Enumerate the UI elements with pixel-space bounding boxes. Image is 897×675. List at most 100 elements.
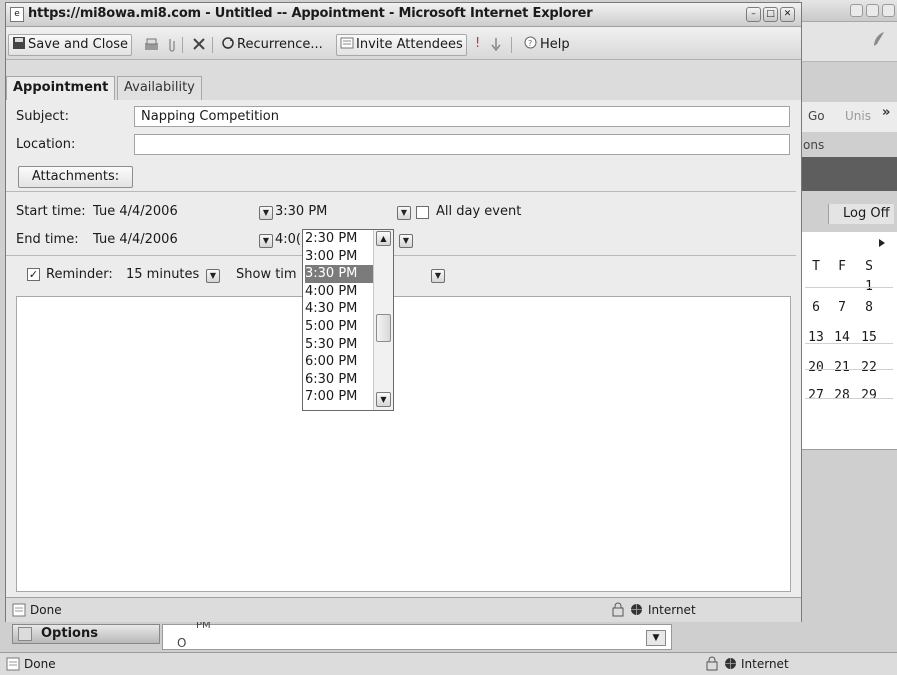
reminder-dropdown-icon[interactable]: ▼ [206, 269, 220, 283]
subject-label: Subject: [16, 109, 69, 124]
paperclip-icon[interactable] [167, 37, 175, 53]
time-option-selected[interactable]: 3:30 PM [305, 265, 373, 283]
scroll-down-icon[interactable]: ▼ [376, 392, 391, 407]
end-date-value[interactable]: Tue 4/4/2006 [93, 232, 178, 247]
reminder-value[interactable]: 15 minutes [126, 267, 199, 282]
help-button[interactable]: ? Help [520, 34, 574, 56]
end-time-dropdown-list[interactable]: 2:30 PM 3:00 PM 3:30 PM 4:00 PM 4:30 PM … [302, 229, 394, 411]
start-time-label: Start time: [16, 204, 86, 219]
start-date-value[interactable]: Tue 4/4/2006 [93, 204, 178, 219]
calendar-day[interactable]: 21 [830, 357, 854, 379]
maximize-icon[interactable] [866, 4, 879, 17]
nav-go-link[interactable]: Go [808, 109, 825, 123]
minimize-icon[interactable] [850, 4, 863, 17]
time-option[interactable]: 5:00 PM [305, 318, 373, 336]
lock-icon [706, 656, 718, 671]
calendar-day[interactable]: 14 [830, 327, 854, 349]
time-option[interactable]: 5:30 PM [305, 336, 373, 354]
minimize-icon[interactable]: – [746, 7, 761, 22]
calendar-day[interactable]: 27 [804, 385, 828, 407]
section-divider [6, 255, 796, 256]
next-month-icon[interactable] [877, 238, 887, 248]
end-date-picker-icon[interactable]: ▼ [259, 234, 273, 248]
calendar-day[interactable]: 13 [804, 327, 828, 349]
chevron-down-icon[interactable]: ▼ [646, 630, 666, 646]
time-option[interactable]: 4:00 PM [305, 283, 373, 301]
calendar-divider [805, 369, 893, 370]
lock-icon [612, 602, 624, 617]
toolbar: Save and Close Recurrence... Invite Atte… [6, 28, 801, 60]
end-time-label: End time: [16, 232, 79, 247]
window-title: https://mi8owa.mi8.com - Untitled -- App… [28, 6, 593, 21]
time-option[interactable]: 6:30 PM [305, 371, 373, 389]
high-importance-icon[interactable]: ! [475, 36, 480, 51]
time-option[interactable]: 7:00 PM [305, 388, 373, 406]
floppy-disk-icon [13, 37, 25, 49]
mini-calendar: T F S 1 6 7 8 13 14 15 20 21 22 27 28 29 [800, 232, 897, 450]
status-text: Done [30, 603, 62, 617]
dropdown-scrollbar[interactable]: ▲ ▼ [373, 230, 393, 410]
start-date-picker-icon[interactable]: ▼ [259, 206, 273, 220]
close-icon[interactable]: ✕ [780, 7, 795, 22]
page-icon [12, 603, 26, 617]
all-day-checkbox[interactable] [416, 206, 429, 219]
subject-input[interactable]: Napping Competition [134, 106, 790, 127]
calendar-day[interactable]: 20 [804, 357, 828, 379]
close-icon[interactable] [882, 4, 895, 17]
calendar-divider [805, 343, 893, 344]
location-input[interactable] [134, 134, 790, 155]
nav-more-icon[interactable]: » [882, 105, 890, 120]
options-icon [18, 627, 32, 641]
calendar-day[interactable]: 7 [830, 297, 854, 319]
tab-appointment[interactable]: Appointment [6, 76, 116, 100]
save-and-close-button[interactable]: Save and Close [8, 34, 133, 56]
time-option[interactable]: 2:30 PM [305, 230, 373, 248]
low-importance-icon[interactable] [491, 37, 501, 52]
status-bar: Done Internet [6, 597, 801, 622]
toolbar-separator [466, 37, 467, 53]
toolbar-separator [511, 37, 512, 53]
end-time-dropdown-icon[interactable]: ▼ [399, 234, 413, 248]
attachments-button[interactable]: Attachments: [18, 166, 133, 188]
calendar-day[interactable]: 8 [857, 297, 881, 319]
end-time-value[interactable]: 4:0( [275, 232, 301, 247]
tab-availability[interactable]: Availability [117, 76, 202, 100]
calendar-header: F [838, 259, 846, 274]
title-bar[interactable]: e https://mi8owa.mi8.com - Untitled -- A… [6, 3, 801, 27]
show-time-as-dropdown-icon[interactable]: ▼ [431, 269, 445, 283]
calendar-day[interactable]: 6 [804, 297, 828, 319]
nav-units-link[interactable]: Unis [845, 109, 871, 123]
options-button[interactable]: Options [12, 624, 160, 644]
start-time-dropdown-icon[interactable]: ▼ [397, 206, 411, 220]
recurrence-label: Recurrence... [237, 37, 323, 52]
invite-attendees-button[interactable]: Invite Attendees [336, 34, 467, 56]
recurrence-button[interactable]: Recurrence... [217, 34, 327, 56]
reminder-checkbox[interactable]: ✓ [27, 268, 40, 281]
zone-text: Internet [741, 657, 789, 671]
calendar-header: S [865, 259, 873, 274]
calendar-day[interactable]: 29 [857, 385, 881, 407]
ie-page-icon: e [10, 7, 24, 22]
scroll-up-icon[interactable]: ▲ [376, 231, 391, 246]
all-day-label: All day event [436, 204, 522, 219]
delete-icon[interactable] [192, 37, 206, 51]
time-option[interactable]: 4:30 PM [305, 300, 373, 318]
globe-icon [631, 604, 642, 615]
maximize-icon[interactable]: □ [763, 7, 778, 22]
status-text: Done [24, 657, 56, 671]
start-time-value[interactable]: 3:30 PM [275, 204, 327, 219]
background-time-field[interactable] [162, 624, 672, 650]
calendar-day[interactable]: 15 [857, 327, 881, 349]
print-icon[interactable] [144, 38, 159, 52]
message-body-editor[interactable] [16, 296, 791, 592]
zone-text: Internet [648, 603, 696, 617]
calendar-day[interactable]: 28 [830, 385, 854, 407]
globe-icon [725, 658, 736, 669]
log-off-button[interactable]: Log Off [828, 204, 894, 224]
scroll-thumb[interactable] [376, 314, 391, 342]
time-option[interactable]: 3:00 PM [305, 248, 373, 266]
time-option[interactable]: 6:00 PM [305, 353, 373, 371]
appointment-window: e https://mi8owa.mi8.com - Untitled -- A… [5, 2, 802, 622]
background-titlebar [800, 0, 897, 22]
calendar-day[interactable]: 22 [857, 357, 881, 379]
